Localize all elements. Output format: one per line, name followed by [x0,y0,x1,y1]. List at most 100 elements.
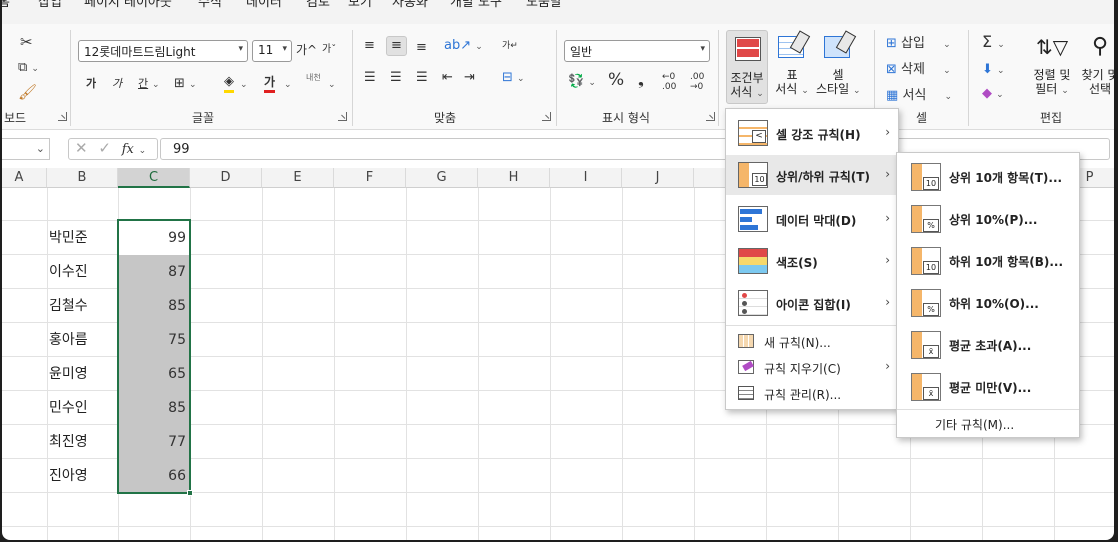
menu-item-more-rules[interactable]: 기타 규칙(M)... [897,413,1079,435]
clipboard-launcher-icon[interactable] [58,112,67,121]
number-launcher-icon[interactable] [706,112,715,121]
align-left-icon[interactable]: ☰ [364,70,376,86]
tab-developer[interactable]: 개발 도구 [450,0,502,10]
align-top-icon[interactable]: ≡ [364,38,375,54]
wrap-text-icon[interactable]: 가↵ [502,38,518,54]
column-header[interactable]: C [118,168,190,188]
phonetic-button[interactable]: 내천 [306,70,321,86]
column-header[interactable]: E [262,168,334,188]
format-cells-button[interactable]: ▦ 서식 ⌄ [886,88,952,105]
border-icon[interactable]: ⊞ ⌄ [174,76,197,93]
comma-style-button[interactable]: ❟ [638,72,644,88]
column-header[interactable]: J [622,168,694,188]
fill-color-dropdown-icon[interactable]: ⌄ [240,76,248,93]
bold-button[interactable]: 가 [86,76,96,92]
format-painter-icon[interactable]: 🖌 [18,84,37,100]
menu-item-top-10-percent[interactable]: % 상위 10%(P)... [897,199,1079,239]
name-box[interactable]: ⌄ [2,138,50,160]
column-header[interactable]: I [550,168,622,188]
name-cell[interactable]: 윤미영 [47,357,117,391]
menu-item-above-average[interactable]: x̄ 평균 초과(A)... [897,325,1079,365]
tab-insert[interactable]: 삽입 [38,0,62,10]
tab-help[interactable]: 도움말 [526,0,562,10]
tab-formulas[interactable]: 수식 [198,0,222,10]
font-color-button[interactable]: 가 [264,74,276,93]
phonetic-dropdown-icon[interactable]: ⌄ [328,76,336,93]
tab-automate[interactable]: 자동화 [392,0,428,10]
enter-icon[interactable]: ✓ [98,139,111,157]
column-header[interactable]: H [478,168,550,188]
fill-icon[interactable]: ⬇ ⌄ [982,62,1005,79]
name-cell[interactable]: 민수인 [47,391,117,425]
merge-center-icon[interactable]: ⊟ ⌄ [502,70,525,87]
align-right-icon[interactable]: ☰ [416,70,428,86]
align-middle-icon[interactable]: ≡ [386,36,407,56]
increase-indent-icon[interactable]: ⇥ [464,70,475,86]
find-select-button[interactable]: ⚲ 찾기 및 선택 [1078,32,1114,96]
tab-home[interactable]: 홈 [2,0,10,10]
column-header[interactable]: D [190,168,262,188]
column-header[interactable]: B [47,168,118,188]
font-size-select[interactable]: 11 ▾ [252,40,292,62]
font-color-dropdown-icon[interactable]: ⌄ [284,76,292,93]
tab-view[interactable]: 보기 [348,0,372,10]
function-dropdown-icon[interactable]: ⌄ [139,146,147,156]
accounting-format-icon[interactable]: 💱 ⌄ [568,74,596,91]
underline-button[interactable]: 간 [138,76,148,92]
name-cell[interactable]: 홍아름 [47,323,117,357]
italic-button[interactable]: 가 [112,76,122,92]
column-header[interactable]: A [2,168,47,188]
name-cell[interactable]: 김철수 [47,289,117,323]
menu-item-highlight-cells[interactable]: < 셀 강조 규칙(H) › [726,113,898,153]
insert-function-button[interactable]: fx [122,142,134,157]
fill-handle[interactable] [187,490,193,496]
copy-icon[interactable]: ⧉ ⌄ [18,60,39,77]
menu-item-bottom-10-items[interactable]: 10 하위 10개 항목(B)... [897,241,1079,281]
tab-data[interactable]: 데이터 [246,0,282,10]
font-name-select[interactable]: 12롯데마트드림Light ▾ [78,40,248,62]
clear-icon[interactable]: ◆ ⌄ [982,86,1004,103]
align-bottom-icon[interactable]: ≡ [416,40,427,56]
menu-item-clear-rules[interactable]: 규칙 지우기(C) › [726,355,898,379]
menu-item-icon-sets[interactable]: 아이콘 집합(I) › [726,283,898,323]
menu-item-top-10-items[interactable]: 10 상위 10개 항목(T)... [897,157,1079,197]
name-cell[interactable]: 이수진 [47,255,117,289]
tab-page-layout[interactable]: 페이지 레이아웃 [84,0,172,10]
menu-item-bottom-10-percent[interactable]: % 하위 10%(O)... [897,283,1079,323]
orientation-icon[interactable]: ab↗ ⌄ [444,38,483,55]
insert-cells-button[interactable]: ⊞ 삽입 ⌄ [886,36,951,53]
font-launcher-icon[interactable] [338,112,347,121]
name-box-dropdown-icon[interactable]: ⌄ [36,142,45,155]
cell-styles-button[interactable]: 셀 스타일 ⌄ [816,30,861,98]
name-cell[interactable]: 최진영 [47,425,117,459]
menu-item-top-bottom-rules[interactable]: 10 상위/하위 규칙(T) › [726,155,898,195]
autosum-icon[interactable]: Σ ⌄ [982,34,1005,53]
column-header[interactable]: G [406,168,478,188]
increase-decimal-icon[interactable]: ←0.00 [662,72,676,92]
menu-item-color-scales[interactable]: 색조(S) › [726,241,898,281]
decrease-indent-icon[interactable]: ⇤ [442,70,453,86]
underline-dropdown-icon[interactable]: ⌄ [152,76,160,93]
menu-item-manage-rules[interactable]: 규칙 관리(R)... [726,381,898,405]
conditional-format-button[interactable]: 조건부 서식 ⌄ [726,30,768,104]
name-cell[interactable]: 박민준 [47,221,117,255]
column-header[interactable]: F [334,168,406,188]
cut-icon[interactable]: ✂ [20,34,33,50]
cancel-icon[interactable]: ✕ [75,139,88,157]
tab-review[interactable]: 검토 [306,0,330,10]
percent-style-button[interactable]: % [608,72,624,89]
menu-item-new-rule[interactable]: 새 규칙(N)... [726,329,898,353]
alignment-launcher-icon[interactable] [542,112,551,121]
shrink-font-button[interactable]: 가ˇ [322,42,336,58]
grow-font-button[interactable]: 가^ [296,42,317,58]
menu-item-below-average[interactable]: x̄ 평균 미만(V)... [897,367,1079,407]
fill-color-icon[interactable]: ◈ [224,74,234,93]
name-cell[interactable]: 진아영 [47,459,117,493]
format-as-table-button[interactable]: 표 서식 ⌄ [774,30,811,98]
align-center-icon[interactable]: ☰ [390,70,402,86]
delete-cells-button[interactable]: ⊠ 삭제 ⌄ [886,62,951,79]
sort-filter-button[interactable]: ⇅▽ 정렬 및 필터 ⌄ [1030,32,1074,98]
number-format-select[interactable]: 일반 ▾ [564,40,710,62]
menu-item-data-bars[interactable]: 데이터 막대(D) › [726,199,898,239]
decrease-decimal-icon[interactable]: .00 →0 [690,72,704,92]
